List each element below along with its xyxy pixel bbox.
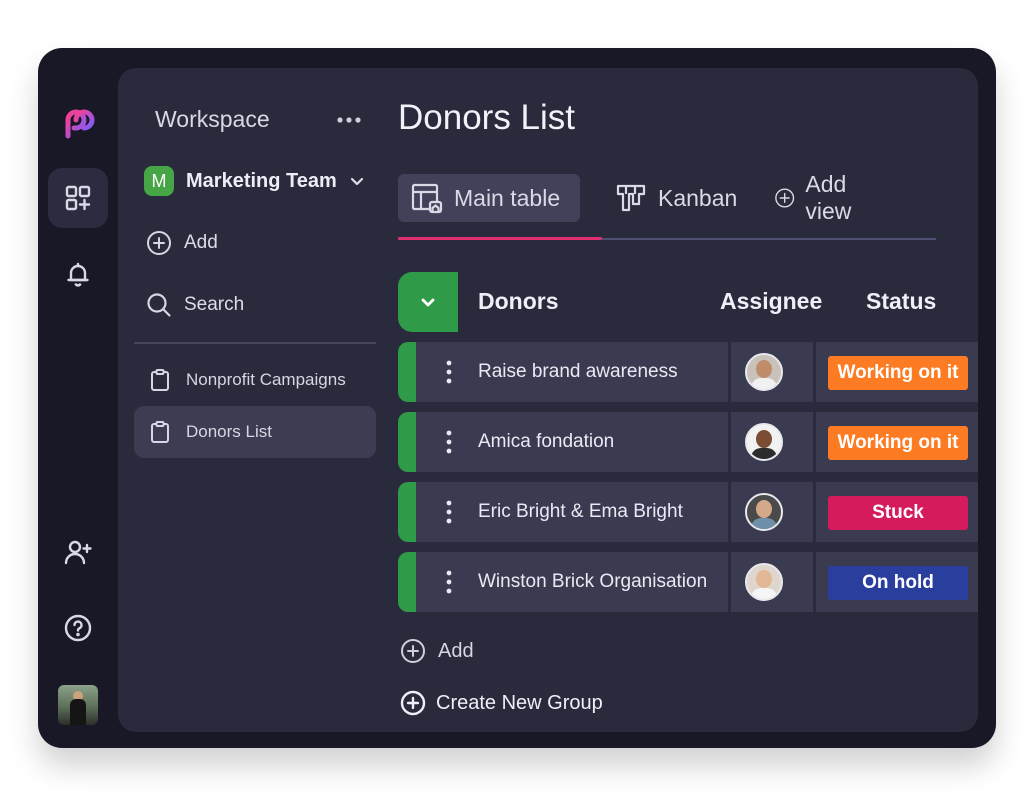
assignee-avatar[interactable] bbox=[745, 353, 783, 391]
sidebar-add-label: Add bbox=[184, 232, 218, 253]
grid-add-icon bbox=[65, 185, 91, 211]
table-icon bbox=[411, 183, 443, 214]
group-name[interactable]: Donors bbox=[478, 288, 559, 315]
tab-label: Main table bbox=[454, 184, 561, 211]
notifications-button[interactable] bbox=[48, 244, 108, 304]
clipboard-icon bbox=[151, 421, 169, 443]
assignee-cell[interactable] bbox=[731, 482, 813, 542]
status-cell[interactable]: On hold bbox=[816, 552, 978, 612]
add-view-button[interactable]: Add view bbox=[762, 171, 876, 224]
group-color-stripe bbox=[398, 482, 416, 542]
add-item-label: Add bbox=[438, 639, 474, 662]
add-user-icon bbox=[64, 540, 92, 565]
item-cell[interactable]: Raise brand awareness bbox=[416, 342, 728, 402]
kanban-icon bbox=[616, 184, 646, 212]
add-item-button[interactable]: Add bbox=[400, 638, 474, 664]
tab-main-table[interactable]: Main table bbox=[398, 174, 580, 222]
assignee-cell[interactable] bbox=[731, 412, 813, 472]
chevron-down-icon bbox=[350, 177, 363, 186]
sidebar-item-label: Nonprofit Campaigns bbox=[186, 370, 346, 389]
column-header-status[interactable]: Status bbox=[866, 288, 936, 315]
column-header-assignee[interactable]: Assignee bbox=[720, 288, 822, 315]
workspace-selector[interactable]: M Marketing Team bbox=[144, 166, 365, 196]
plus-circle-icon bbox=[775, 188, 795, 208]
assignee-avatar[interactable] bbox=[745, 423, 783, 461]
invite-members-button[interactable] bbox=[48, 522, 108, 582]
sidebar-item-label: Donors List bbox=[186, 422, 272, 441]
app-window: Workspace M Marketing Team Add Search No… bbox=[38, 48, 996, 748]
active-tab-indicator bbox=[398, 237, 602, 240]
sidebar-item-nonprofit-campaigns[interactable]: Nonprofit Campaigns bbox=[134, 354, 376, 406]
help-icon bbox=[64, 614, 92, 642]
group-collapse-button[interactable] bbox=[398, 272, 458, 332]
plus-circle-icon bbox=[401, 639, 425, 663]
row-menu-icon[interactable] bbox=[446, 430, 452, 454]
group-header: Donors Assignee Status bbox=[398, 272, 978, 332]
icon-rail bbox=[38, 48, 118, 748]
page-title: Donors List bbox=[398, 98, 576, 137]
item-name[interactable]: Eric Bright & Ema Bright bbox=[478, 501, 683, 523]
sidebar-search-label: Search bbox=[184, 294, 245, 315]
row-menu-icon[interactable] bbox=[446, 570, 452, 594]
table-row[interactable]: Winston Brick Organisation On hold bbox=[398, 552, 978, 612]
status-cell[interactable]: Working on it bbox=[816, 342, 978, 402]
app-logo-icon[interactable] bbox=[60, 106, 96, 142]
plus-circle-icon bbox=[147, 231, 171, 255]
item-cell[interactable]: Eric Bright & Ema Bright bbox=[416, 482, 728, 542]
chevron-down-icon bbox=[421, 298, 435, 307]
item-cell[interactable]: Winston Brick Organisation bbox=[416, 552, 728, 612]
row-menu-icon[interactable] bbox=[446, 360, 452, 384]
status-cell[interactable]: Working on it bbox=[816, 412, 978, 472]
status-badge[interactable]: Working on it bbox=[828, 356, 968, 390]
status-badge[interactable]: On hold bbox=[828, 566, 968, 600]
group-color-stripe bbox=[398, 342, 416, 402]
create-group-button[interactable]: Create New Group bbox=[400, 690, 603, 716]
assignee-cell[interactable] bbox=[731, 552, 813, 612]
bell-icon bbox=[67, 262, 89, 287]
sidebar-item-donors-list[interactable]: Donors List bbox=[134, 406, 376, 458]
plus-circle-icon bbox=[400, 690, 426, 716]
workspace-title: Workspace bbox=[155, 106, 270, 132]
search-icon bbox=[147, 293, 171, 317]
item-name[interactable]: Raise brand awareness bbox=[478, 361, 678, 383]
assignee-cell[interactable] bbox=[731, 342, 813, 402]
sidebar-divider bbox=[134, 342, 376, 344]
create-group-label: Create New Group bbox=[436, 691, 603, 714]
table-row[interactable]: Raise brand awareness Working on it bbox=[398, 342, 978, 402]
group-color-stripe bbox=[398, 552, 416, 612]
tab-label: Kanban bbox=[658, 184, 738, 211]
workspaces-button[interactable] bbox=[48, 168, 108, 228]
help-button[interactable] bbox=[48, 598, 108, 658]
status-badge[interactable]: Working on it bbox=[828, 426, 968, 460]
team-badge: M bbox=[144, 166, 174, 196]
assignee-avatar[interactable] bbox=[745, 493, 783, 531]
user-avatar[interactable] bbox=[58, 685, 98, 725]
item-cell[interactable]: Amica fondation bbox=[416, 412, 728, 472]
more-options-icon[interactable] bbox=[336, 116, 362, 124]
team-name: Marketing Team bbox=[186, 169, 337, 192]
row-menu-icon[interactable] bbox=[446, 500, 452, 524]
status-badge[interactable]: Stuck bbox=[828, 496, 968, 530]
clipboard-icon bbox=[151, 369, 169, 391]
table-row[interactable]: Amica fondation Working on it bbox=[398, 412, 978, 472]
item-name[interactable]: Amica fondation bbox=[478, 431, 614, 453]
group-color-stripe bbox=[398, 412, 416, 472]
table-row[interactable]: Eric Bright & Ema Bright Stuck bbox=[398, 482, 978, 542]
sidebar-search-button[interactable]: Search bbox=[146, 290, 244, 320]
item-name[interactable]: Winston Brick Organisation bbox=[478, 571, 707, 593]
sidebar-add-button[interactable]: Add bbox=[146, 228, 218, 258]
status-cell[interactable]: Stuck bbox=[816, 482, 978, 542]
main-panel: Workspace M Marketing Team Add Search No… bbox=[118, 68, 978, 732]
assignee-avatar[interactable] bbox=[745, 563, 783, 601]
tab-kanban[interactable]: Kanban bbox=[602, 174, 749, 222]
tab-label: Add view bbox=[805, 171, 852, 224]
